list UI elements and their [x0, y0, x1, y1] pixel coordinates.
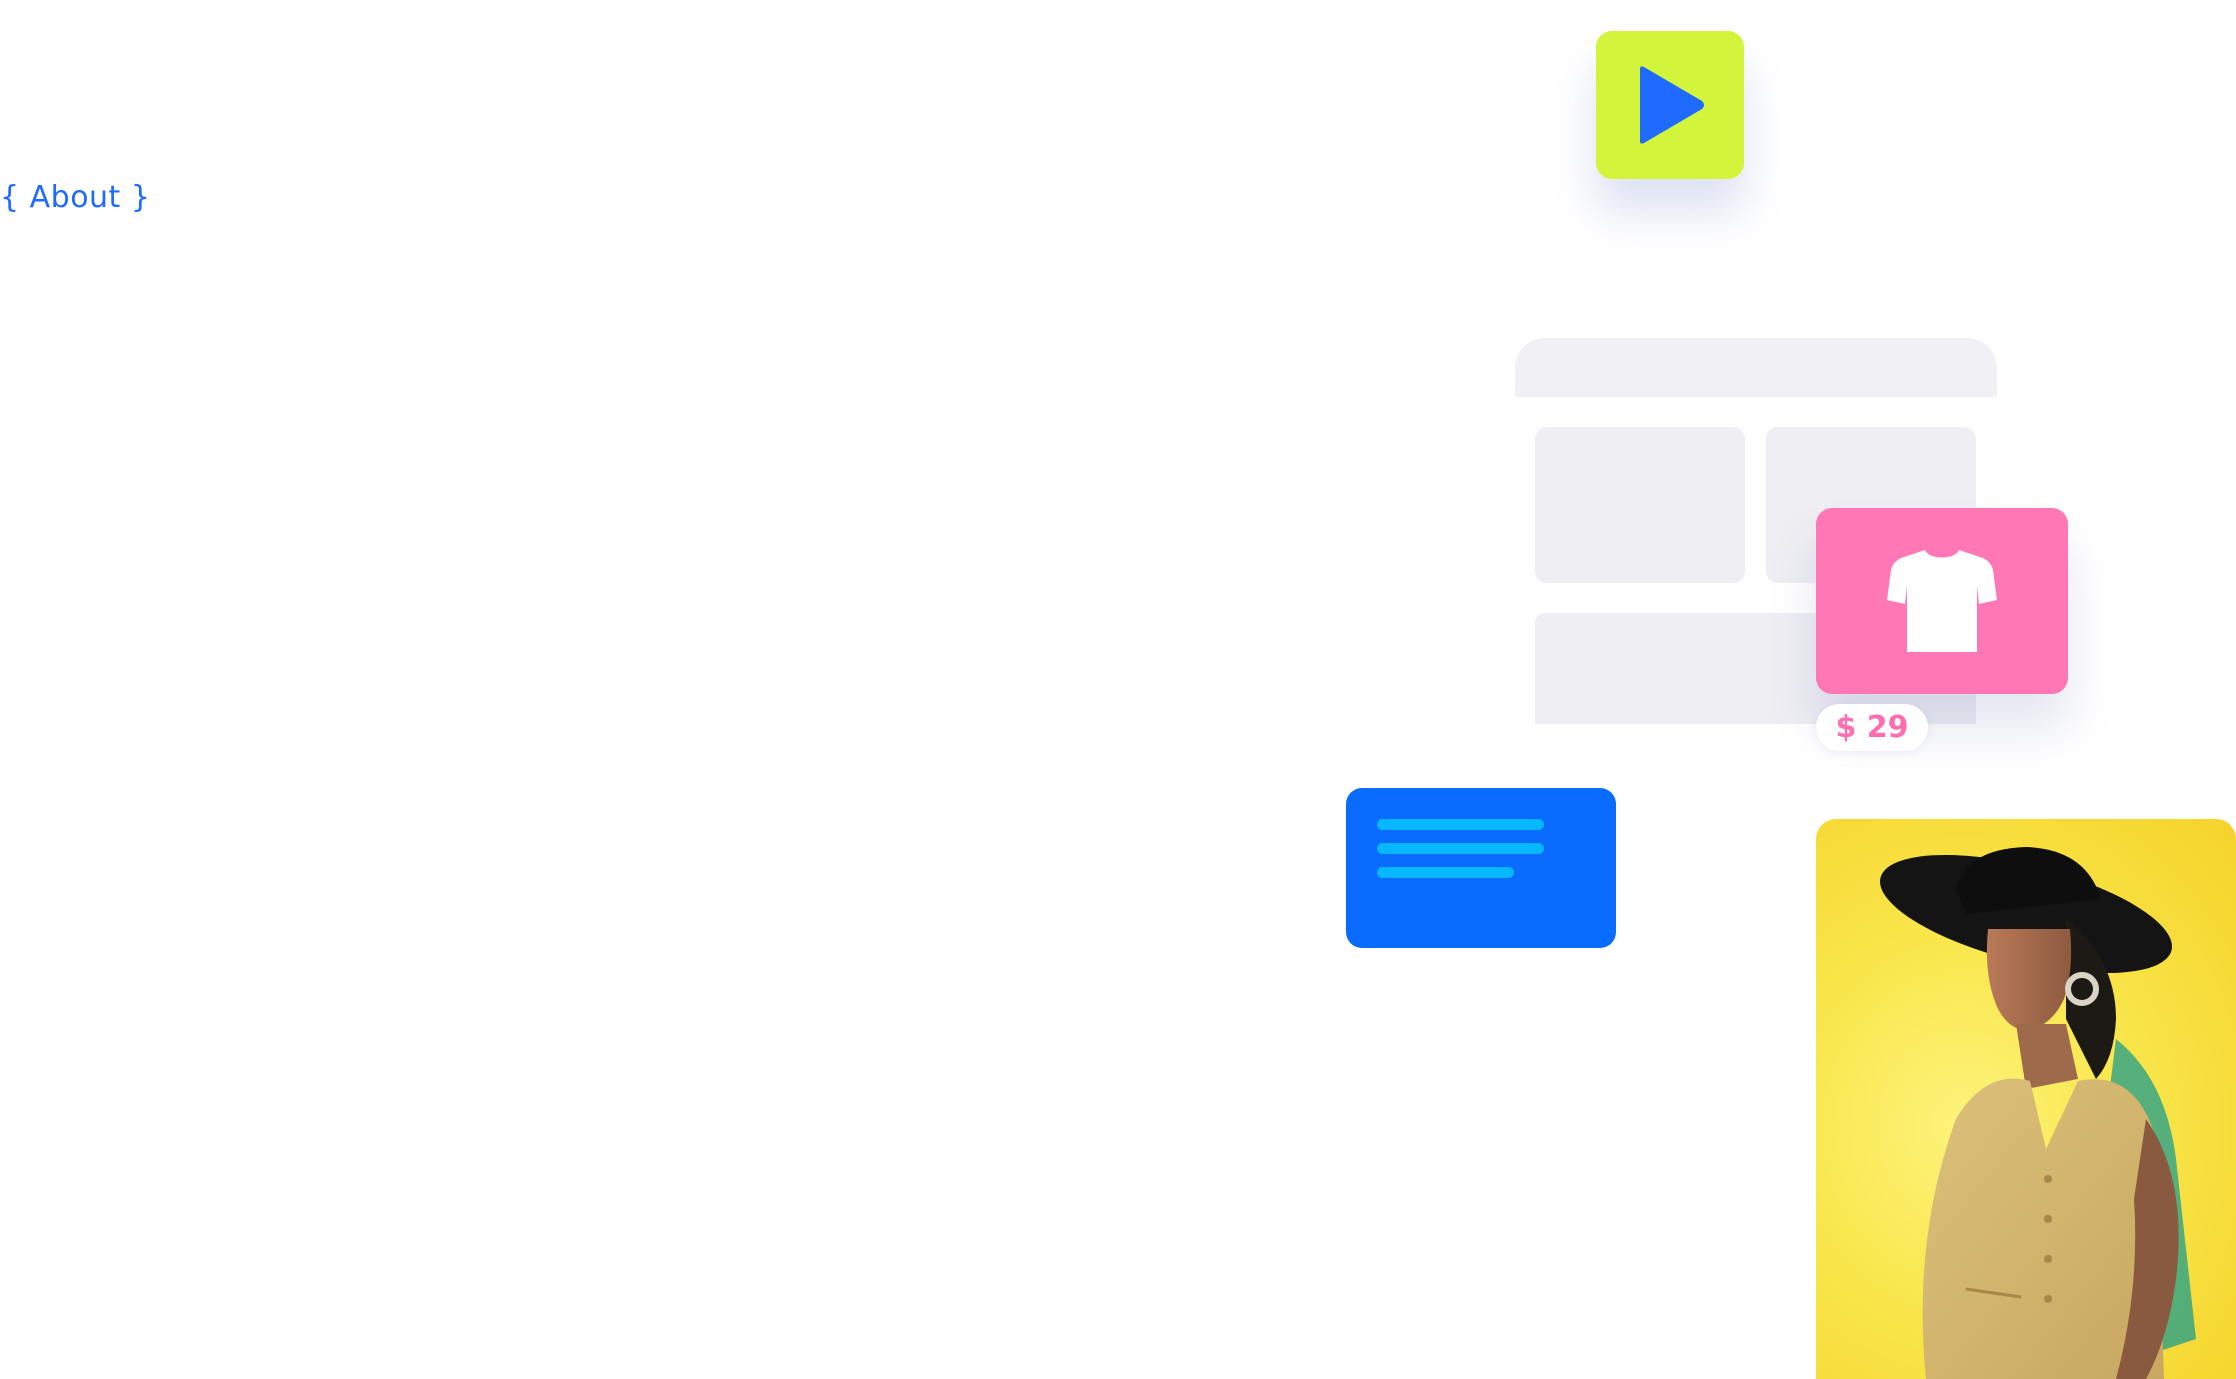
- message-card[interactable]: [1346, 788, 1616, 948]
- fashion-photo: [1816, 819, 2236, 1379]
- tshirt-icon: [1887, 550, 1997, 652]
- play-button[interactable]: [1596, 31, 1744, 179]
- text-line-placeholder: [1377, 867, 1514, 878]
- text-line-placeholder: [1377, 843, 1544, 854]
- text-line-placeholder: [1377, 819, 1544, 830]
- page: { About } $ 29: [0, 0, 2236, 1379]
- play-icon: [1640, 66, 1704, 144]
- face: [1986, 929, 2072, 1031]
- about-link[interactable]: { About }: [0, 180, 150, 215]
- price-badge: $ 29: [1816, 704, 1928, 751]
- mockup-card-placeholder: [1535, 427, 1745, 583]
- model-illustration: [1879, 847, 2196, 1379]
- product-card[interactable]: [1816, 508, 2068, 694]
- mockup-header-placeholder: [1515, 338, 1997, 397]
